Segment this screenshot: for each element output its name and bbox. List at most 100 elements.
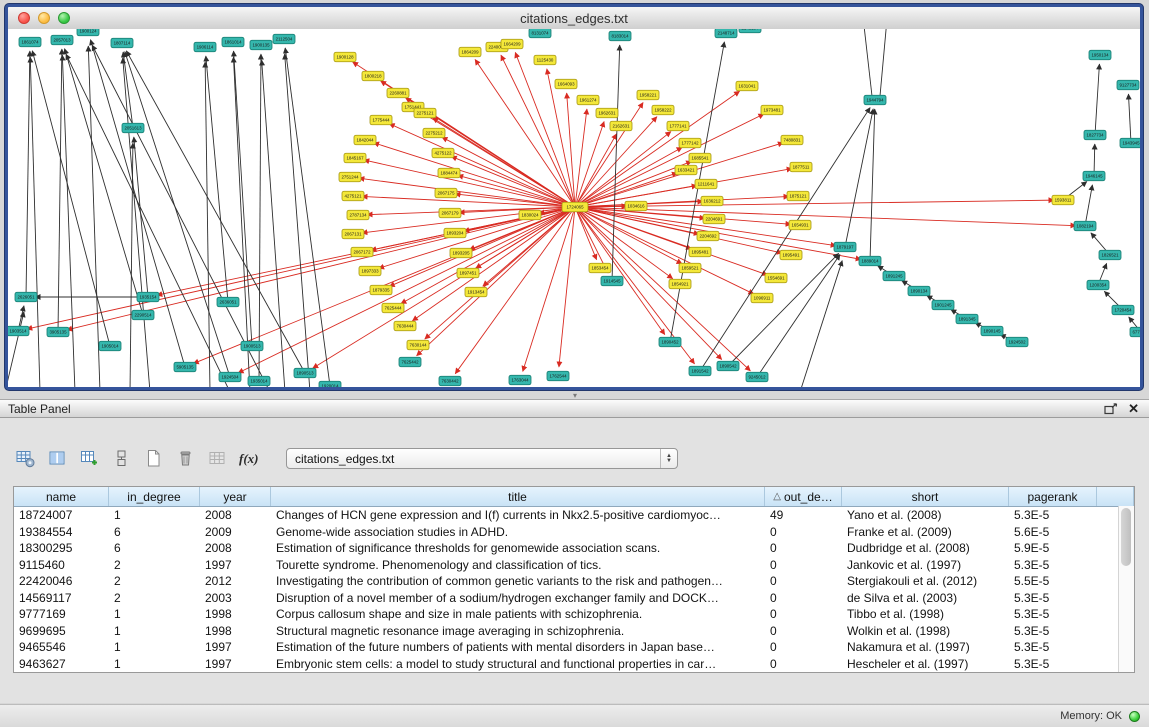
table-row[interactable]: 946362711997Embryonic stem cells: a mode… (14, 656, 1134, 673)
cell-short: Tibbo et al. (1998) (842, 607, 1009, 621)
cell-year: 2003 (200, 591, 271, 605)
graph-node-label: 1096911 (754, 296, 771, 301)
cell-pagerank: 5.6E-5 (1009, 525, 1097, 539)
cell-year: 2009 (200, 525, 271, 539)
column-header-title[interactable]: title (271, 487, 765, 506)
graph-node-label: 1884474 (440, 171, 458, 176)
table-row[interactable]: 911546021997Tourette syndrome. Phenomeno… (14, 557, 1134, 574)
network-view-canvas[interactable]: 1724065190012818002182260881175144117754… (8, 29, 1140, 387)
graph-node-label: 1900124 (79, 29, 97, 34)
graph-node-label: 1775444 (372, 118, 390, 123)
graph-node-label: 2112504 (276, 37, 293, 42)
scrollbar-thumb[interactable] (1121, 508, 1131, 566)
table-row[interactable]: 977716911998Corpus callosum shape and si… (14, 606, 1134, 623)
graph-edge (425, 207, 575, 339)
graph-node-label: 1890452 (661, 340, 679, 345)
graph-node-label: 1762544 (549, 374, 567, 379)
graph-node-label: 1893204 (446, 231, 464, 236)
toolbar-function-button[interactable]: f(x) (236, 446, 263, 471)
graph-node-label: 2260881 (389, 91, 407, 96)
graph-edge (30, 57, 40, 387)
table-row[interactable]: 1830029562008Estimation of significance … (14, 540, 1134, 557)
toolbar-new-document-button[interactable] (140, 446, 167, 471)
column-header-in_degree[interactable]: in_degree (109, 487, 200, 506)
status-bar: Memory: OK (0, 704, 1149, 727)
graph-node-label: 1935154 (139, 295, 157, 300)
table-row[interactable]: 1938455462009Genome-wide association stu… (14, 524, 1134, 541)
toolbar-table-columns-button[interactable] (44, 446, 71, 471)
graph-node-label: 1034616 (627, 204, 645, 209)
graph-edge (728, 253, 839, 366)
graph-node-label: 1861014 (224, 40, 242, 45)
graph-node-label: 2290514 (134, 313, 152, 318)
network-window: citations_edges.txt 17240651900128180021… (5, 4, 1143, 390)
combobox-stepper-icon[interactable]: ▲▼ (660, 449, 677, 468)
column-header-pagerank[interactable]: pagerank (1009, 487, 1097, 506)
table-panel-body: f(x) citations_edges.txt▲▼ namein_degreey… (0, 418, 1149, 703)
graph-node-label: 1890513 (296, 371, 314, 376)
vertical-scrollbar[interactable] (1118, 506, 1134, 672)
graph-node-label: 1891542 (691, 369, 709, 374)
graph-node-label: 1845167 (346, 156, 364, 161)
table-row[interactable]: 946554611997Estimation of the future num… (14, 639, 1134, 656)
toolbar-table-disabled-button[interactable] (204, 446, 231, 471)
graph-node-label: 7625442 (401, 360, 419, 365)
column-header-name[interactable]: name (14, 487, 109, 506)
table-row[interactable]: 1456911722003Disruption of a novel membe… (14, 590, 1134, 607)
graph-node-label: 1914545 (603, 279, 621, 284)
cell-pagerank: 5.3E-5 (1009, 607, 1097, 621)
column-header-out_de[interactable]: △out_de… (765, 487, 842, 506)
cell-in_degree: 2 (109, 558, 200, 572)
table-row[interactable]: 1872400712008Changes of HCN gene express… (14, 507, 1134, 524)
graph-node-label: 7625444 (384, 306, 402, 311)
splitter-handle[interactable]: ▾ (568, 392, 582, 399)
toolbar-table-import-button[interactable] (76, 446, 103, 471)
toolbar-delete-button[interactable] (172, 446, 199, 471)
table-row[interactable]: 2242004622012Investigating the contribut… (14, 573, 1134, 590)
graph-edge (670, 42, 724, 342)
close-window-button[interactable] (18, 12, 30, 24)
table-row[interactable]: 969969511998Structural magnetic resonanc… (14, 623, 1134, 640)
table-panel-title: Table Panel (8, 402, 71, 416)
svg-text:f(x): f(x) (239, 451, 259, 466)
graph-edge (575, 207, 791, 224)
toolbar-table-merge-button[interactable] (108, 446, 135, 471)
graph-node-label: 1900135 (252, 43, 270, 48)
network-graph[interactable]: 1724065190012818002182260881175144117754… (8, 29, 1140, 387)
graph-node-label: 2751244 (341, 175, 359, 180)
cell-name: 9463627 (14, 657, 109, 671)
close-panel-icon[interactable]: ✕ (1128, 401, 1139, 417)
cell-pagerank: 5.5E-5 (1009, 574, 1097, 588)
column-header-short[interactable]: short (842, 487, 1009, 506)
graph-edge (379, 207, 575, 268)
cell-short: de Silva et al. (2003) (842, 591, 1009, 605)
graph-node-label: 1958222 (654, 108, 672, 113)
minimize-window-button[interactable] (38, 12, 50, 24)
graph-edge (880, 29, 887, 96)
cell-pagerank: 5.9E-5 (1009, 541, 1097, 555)
cell-year: 2008 (200, 508, 271, 522)
cell-in_degree: 1 (109, 624, 200, 638)
cell-out_de: 0 (765, 541, 842, 555)
cell-out_de: 0 (765, 607, 842, 621)
graph-node-label: 1864209 (461, 50, 479, 55)
graph-node-label: 1903514 (9, 329, 27, 334)
cell-title: Tourette syndrome. Phenomenology and cla… (271, 558, 765, 572)
zoom-window-button[interactable] (58, 12, 70, 24)
graph-edge (757, 254, 840, 377)
cell-in_degree: 2 (109, 574, 200, 588)
cell-name: 14569117 (14, 591, 109, 605)
delete-icon (176, 449, 195, 468)
graph-edge (92, 45, 270, 387)
toolbar-table-settings-button[interactable] (12, 446, 39, 471)
graph-edge (285, 54, 310, 387)
float-window-icon[interactable] (1104, 403, 1118, 415)
cell-name: 19384554 (14, 525, 109, 539)
table-selector-combobox[interactable]: citations_edges.txt▲▼ (286, 448, 678, 469)
column-header-year[interactable]: year (200, 487, 271, 506)
graph-node-label: 1842044 (356, 138, 374, 143)
graph-edge (870, 109, 875, 261)
graph-node-label: 1826521 (1101, 253, 1119, 258)
graph-node-label: 2067131 (344, 232, 362, 237)
window-titlebar[interactable]: citations_edges.txt (8, 7, 1140, 30)
